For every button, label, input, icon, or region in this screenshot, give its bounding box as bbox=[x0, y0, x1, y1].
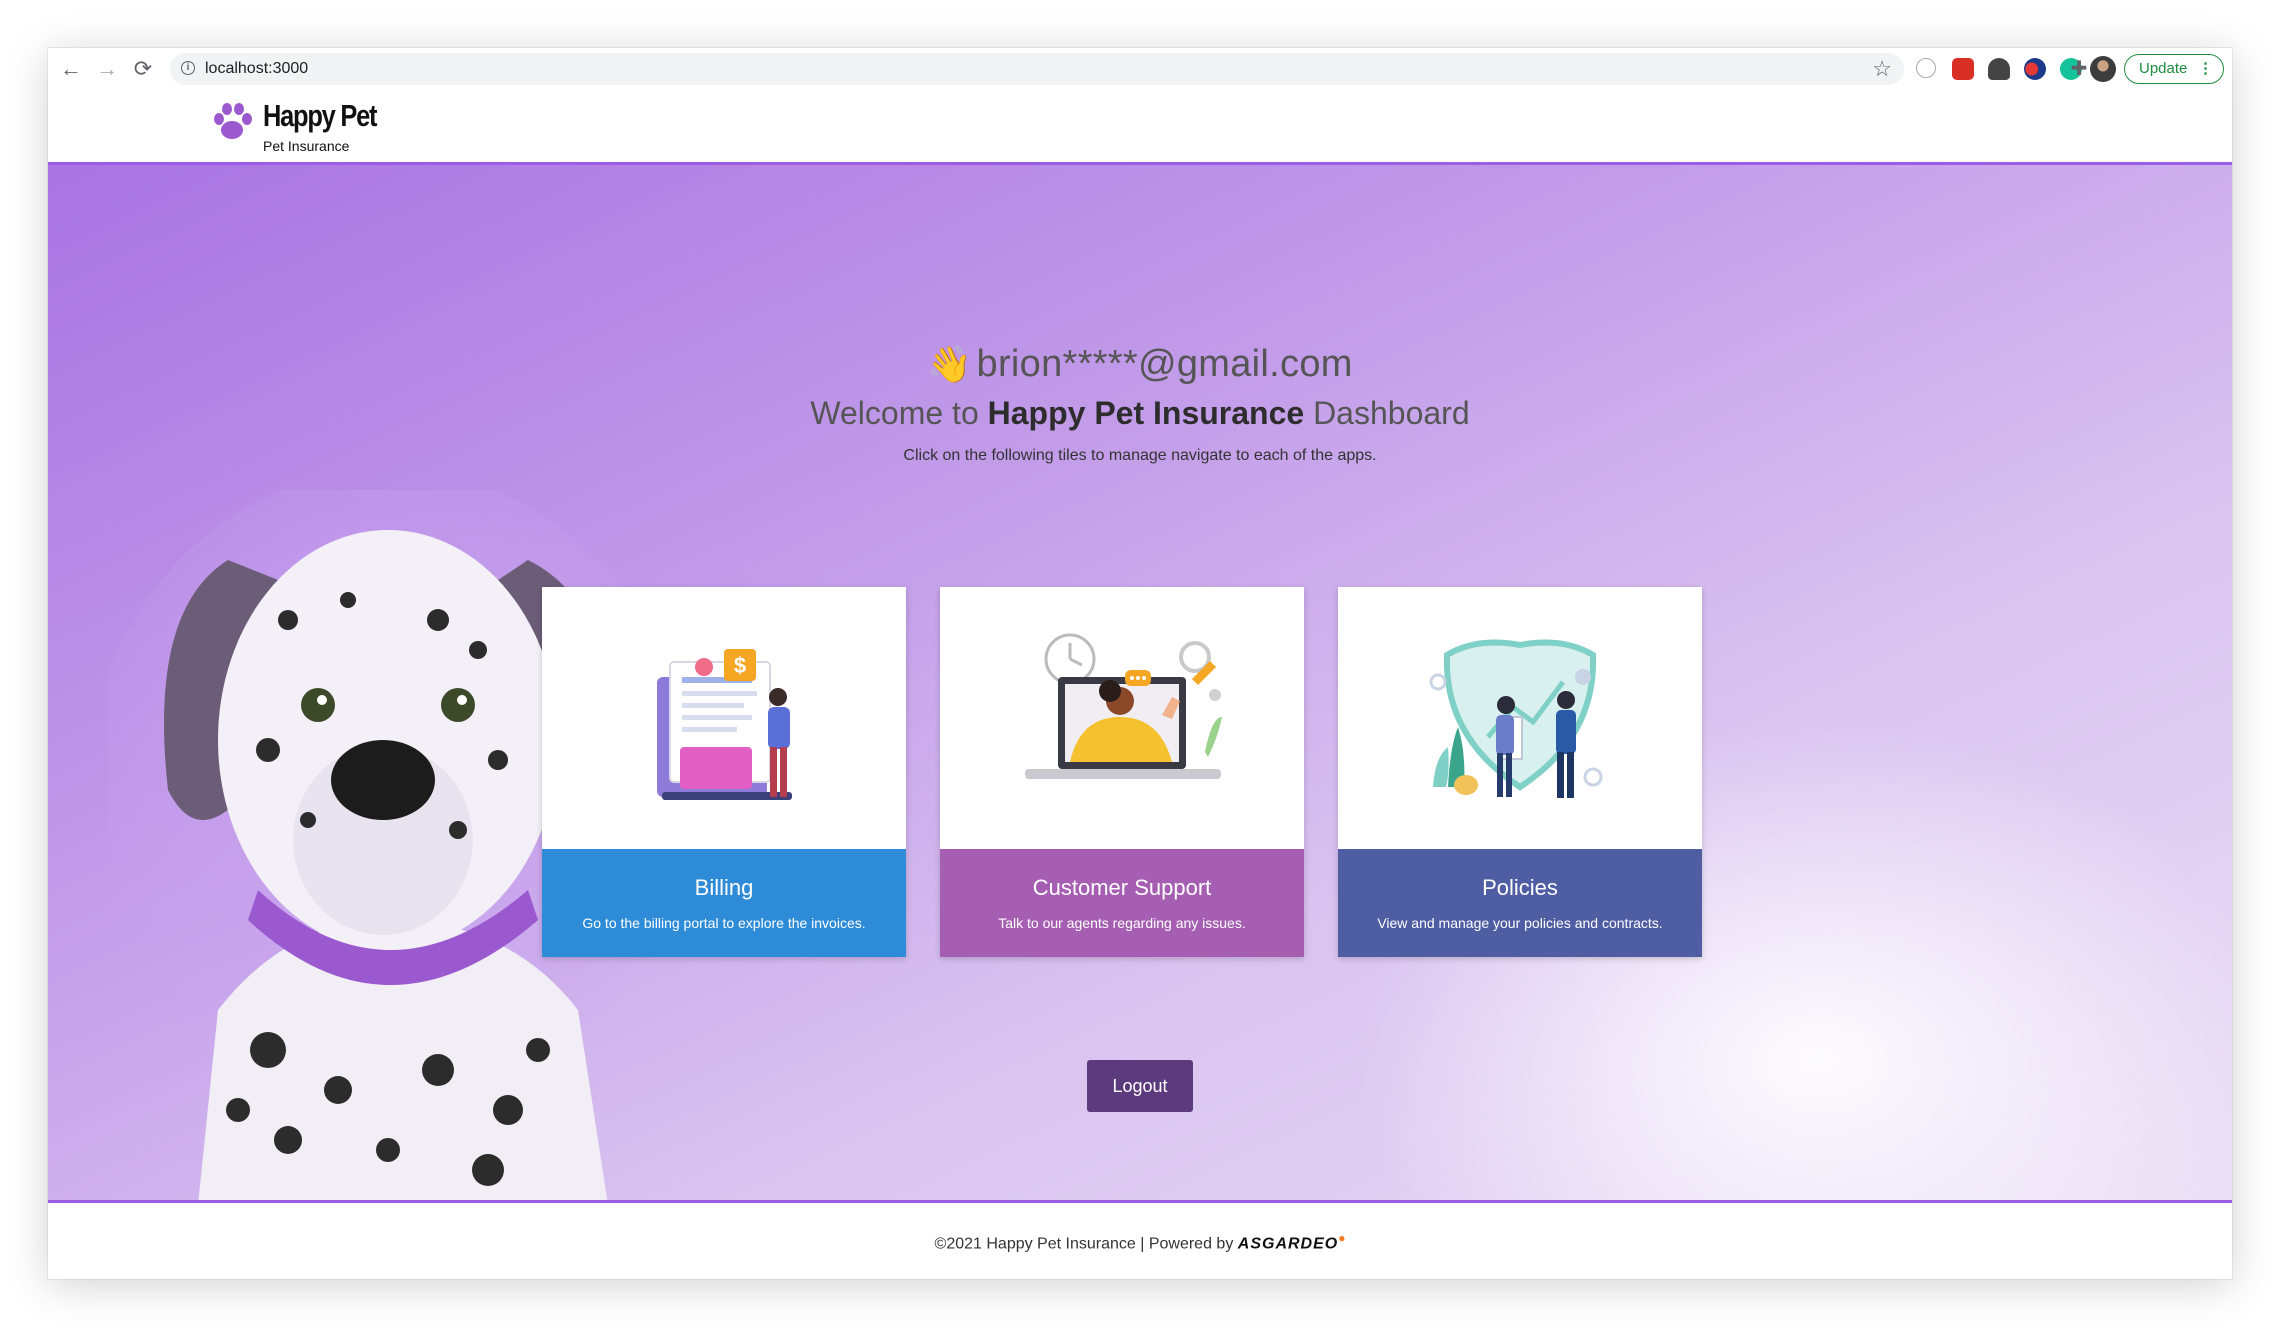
asgardeo-logo[interactable]: ASGARDEO bbox=[1238, 1235, 1338, 1252]
back-arrow-icon[interactable]: ← bbox=[58, 56, 84, 82]
customer-support-tile[interactable]: Customer Support Talk to our agents rega… bbox=[940, 587, 1304, 957]
paw-logo-icon bbox=[214, 103, 252, 139]
billing-illustration: $ bbox=[657, 649, 792, 800]
extension-icon[interactable] bbox=[1952, 58, 1974, 80]
policies-description: View and manage your policies and contra… bbox=[1377, 915, 1663, 931]
brand-subtitle: Pet Insurance bbox=[263, 138, 350, 154]
user-email: brion*****@gmail.com bbox=[976, 343, 1353, 385]
policies-title: Policies bbox=[1482, 875, 1558, 900]
svg-text:$: $ bbox=[734, 653, 746, 678]
billing-title: Billing bbox=[694, 875, 754, 900]
update-button[interactable]: Update ⋮ bbox=[2124, 54, 2224, 84]
browser-toolbar: ← → ⟳ i localhost:3000 ☆ ✚ Update ⋮ bbox=[48, 48, 2232, 91]
hero-section: 👋 brion*****@gmail.com Welcome to Happy … bbox=[48, 165, 2232, 1200]
policies-tile-band: Policies View and manage your policies a… bbox=[1338, 849, 1702, 957]
welcome-heading: Welcome to Happy Pet Insurance Dashboard bbox=[48, 395, 2232, 432]
extension-icon[interactable] bbox=[1916, 58, 1936, 78]
policies-illustration bbox=[1429, 639, 1603, 798]
footer: ©2021 Happy Pet Insurance | Powered by A… bbox=[48, 1203, 2232, 1279]
customer-support-illustration bbox=[1025, 633, 1222, 779]
browser-window: ← → ⟳ i localhost:3000 ☆ ✚ Update ⋮ Happ… bbox=[48, 48, 2232, 1279]
instructions-text: Click on the following tiles to manage n… bbox=[903, 447, 1377, 464]
brand-title: Happy Pet bbox=[263, 98, 377, 133]
app-header: Happy Pet Pet Insurance bbox=[48, 90, 2232, 165]
forward-arrow-icon[interactable]: → bbox=[94, 56, 120, 82]
copyright-text: ©2021 Happy Pet Insurance | Powered by bbox=[934, 1235, 1238, 1253]
customer-support-tile-band: Customer Support Talk to our agents rega… bbox=[940, 849, 1304, 957]
extension-icon[interactable] bbox=[2024, 58, 2046, 80]
customer-support-title: Customer Support bbox=[1032, 875, 1212, 900]
footer-text: ©2021 Happy Pet Insurance | Powered by A… bbox=[48, 1231, 2232, 1253]
menu-dots-icon: ⋮ bbox=[2198, 60, 2213, 77]
welcome-prefix: Welcome to bbox=[810, 395, 988, 431]
address-bar[interactable]: i localhost:3000 ☆ bbox=[170, 53, 1904, 85]
extension-icon[interactable] bbox=[1988, 58, 2010, 80]
profile-avatar[interactable] bbox=[2090, 56, 2116, 82]
welcome-app-name: Happy Pet Insurance bbox=[987, 395, 1305, 431]
reload-icon[interactable]: ⟳ bbox=[130, 56, 156, 82]
puzzle-icon[interactable]: ✚ bbox=[2066, 56, 2092, 82]
billing-tile[interactable]: $ Billing Go to the billing portal to ex… bbox=[542, 587, 906, 957]
url-text: localhost:3000 bbox=[205, 60, 309, 77]
billing-tile-band: Billing Go to the billing portal to expl… bbox=[542, 849, 906, 957]
logout-button[interactable]: Logout bbox=[1087, 1060, 1193, 1112]
info-icon[interactable]: i bbox=[181, 61, 195, 75]
bookmark-star-icon[interactable]: ☆ bbox=[1872, 56, 1892, 82]
welcome-suffix: Dashboard bbox=[1304, 395, 1470, 431]
wave-emoji-icon: 👋 bbox=[927, 343, 973, 385]
greeting: 👋 brion*****@gmail.com bbox=[48, 343, 2232, 386]
customer-support-description: Talk to our agents regarding any issues. bbox=[998, 915, 1246, 931]
asgardeo-dot-icon: ● bbox=[1338, 1231, 1346, 1245]
update-label: Update bbox=[2139, 60, 2188, 77]
billing-description: Go to the billing portal to explore the … bbox=[582, 915, 866, 931]
policies-tile[interactable]: Policies View and manage your policies a… bbox=[1338, 587, 1702, 957]
